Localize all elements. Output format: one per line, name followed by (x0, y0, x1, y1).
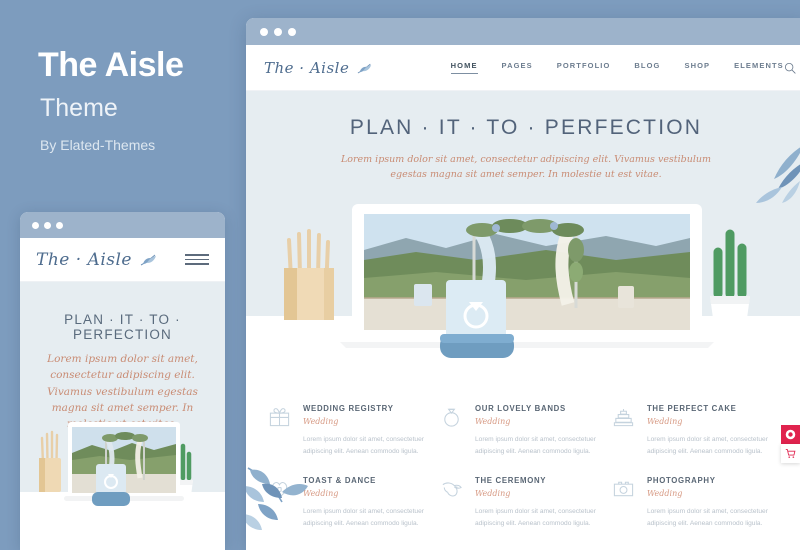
camera-icon (612, 476, 638, 531)
window-dot (44, 221, 51, 229)
leaf-icon (140, 254, 156, 265)
promo-author: By Elated-Themes (40, 137, 156, 153)
pencil-cup (284, 229, 334, 320)
service-text: Lorem ipsum dolor sit amet, consectetuer… (303, 436, 424, 456)
floating-widgets (781, 425, 800, 463)
gift-icon (268, 404, 294, 459)
search-icon[interactable] (784, 62, 796, 74)
mobile-site-header: The · Aisle (20, 238, 225, 282)
service-text: Lorem ipsum dolor sit amet, consectetuer… (646, 436, 768, 456)
mobile-hero-illustration (20, 422, 225, 550)
mobile-logo-text: The · Aisle (36, 249, 132, 270)
service-title: TOAST & DANCE (303, 475, 377, 485)
browser-window: The · Aisle HOME PAGES PORTFOLIO BLOG SH… (246, 18, 800, 550)
service-card-the-perfect-cake[interactable]: THE PERFECT CAKE Wedding Lorem ipsum dol… (612, 404, 784, 459)
nav-item-pages[interactable]: PAGES (502, 61, 533, 74)
service-tag: Wedding (303, 417, 339, 427)
hero-section: PLAN · IT · TO · PERFECTION Lorem ipsum … (246, 91, 800, 388)
page-title: The Aisle (38, 46, 184, 84)
site-logo[interactable]: The · Aisle (264, 59, 373, 77)
nav-item-elements[interactable]: ELEMENTS (734, 61, 784, 74)
service-title: THE PERFECT CAKE (646, 404, 737, 413)
window-minimize-dot[interactable] (274, 27, 282, 36)
cake-icon (612, 404, 638, 459)
mobile-hero: PLAN · IT · TO · PERFECTION Lorem ipsum … (20, 282, 225, 550)
main-navigation: HOME PAGES PORTFOLIO BLOG SHOP ELEMENTS (450, 61, 784, 74)
window-dot (32, 221, 39, 229)
service-text: Lorem ipsum dolor sit amet, consectetuer… (474, 436, 596, 456)
cactus-plant (710, 229, 750, 326)
service-text: Lorem ipsum dolor sit amet, consectetuer… (474, 507, 596, 527)
window-dot (56, 221, 63, 229)
services-row-1: WEDDING REGISTRY Wedding Lorem ipsum dol… (246, 404, 800, 459)
mobile-hero-heading: PLAN · IT · TO · PERFECTION (64, 312, 181, 342)
hero-illustration (246, 204, 800, 388)
service-card-the-ceremony[interactable]: THE CEREMONY Wedding Lorem ipsum dolor s… (440, 476, 612, 531)
hero-subtitle-line1: Lorem ipsum dolor sit amet, consectetur … (340, 154, 712, 165)
nav-item-home[interactable]: HOME (450, 61, 478, 74)
site-logo-text: The · Aisle (264, 58, 350, 77)
service-tag: Wedding (474, 488, 511, 498)
mobile-titlebar (20, 212, 225, 238)
hero-subtitle-line2: egestas magna sit amet semper. In molest… (390, 169, 662, 181)
nav-item-blog[interactable]: BLOG (634, 61, 660, 74)
hero-subtitle: Lorem ipsum dolor sit amet, consectetur … (246, 152, 800, 182)
mobile-logo[interactable]: The · Aisle (36, 250, 158, 270)
leaf-icon (357, 63, 371, 73)
service-title: THE CEREMONY (474, 475, 547, 485)
hero-heading: PLAN · IT · TO · PERFECTION (349, 116, 703, 139)
service-title: WEDDING REGISTRY (303, 404, 394, 413)
dove-icon (440, 476, 466, 531)
site-header: The · Aisle HOME PAGES PORTFOLIO BLOG SH… (246, 45, 800, 91)
promo-subtitle: Theme (40, 94, 118, 122)
ring-icon (440, 404, 466, 459)
screenshot-stage: The Aisle Theme By Elated-Themes The · A… (0, 0, 800, 550)
nav-item-shop[interactable]: SHOP (684, 61, 710, 74)
service-tag: Wedding (646, 488, 683, 498)
mobile-hamburger-menu-icon[interactable] (185, 254, 209, 265)
service-card-wedding-registry[interactable]: WEDDING REGISTRY Wedding Lorem ipsum dol… (268, 404, 440, 459)
browser-titlebar (246, 18, 800, 45)
window-maximize-dot[interactable] (288, 27, 296, 36)
mobile-preview: The · Aisle PLAN · IT · TO · PERFECTION … (20, 212, 225, 550)
purchase-badge-icon[interactable] (781, 425, 800, 444)
service-title: PHOTOGRAPHY (646, 475, 716, 485)
services-row-2: TOAST & DANCE Wedding Lorem ipsum dolor … (246, 476, 800, 531)
service-text: Lorem ipsum dolor sit amet, consectetuer… (303, 507, 424, 527)
services-section: WEDDING REGISTRY Wedding Lorem ipsum dol… (246, 388, 800, 530)
ring-box (440, 280, 514, 358)
cart-icon[interactable] (781, 444, 800, 463)
nav-item-portfolio[interactable]: PORTFOLIO (557, 61, 611, 74)
service-card-our-lovely-bands[interactable]: OUR LOVELY BANDS Wedding Lorem ipsum dol… (440, 404, 612, 459)
laptop-mockup (332, 204, 722, 348)
service-tag: Wedding (646, 417, 683, 427)
service-text: Lorem ipsum dolor sit amet, consectetuer… (646, 507, 768, 527)
header-icons: 0 (784, 61, 800, 74)
decorative-leaf-left-icon (246, 467, 308, 530)
service-tag: Wedding (474, 417, 511, 427)
service-tag: Wedding (303, 488, 339, 498)
service-card-photography[interactable]: PHOTOGRAPHY Wedding Lorem ipsum dolor si… (612, 476, 784, 531)
window-close-dot[interactable] (260, 27, 268, 36)
service-title: OUR LOVELY BANDS (474, 404, 566, 413)
